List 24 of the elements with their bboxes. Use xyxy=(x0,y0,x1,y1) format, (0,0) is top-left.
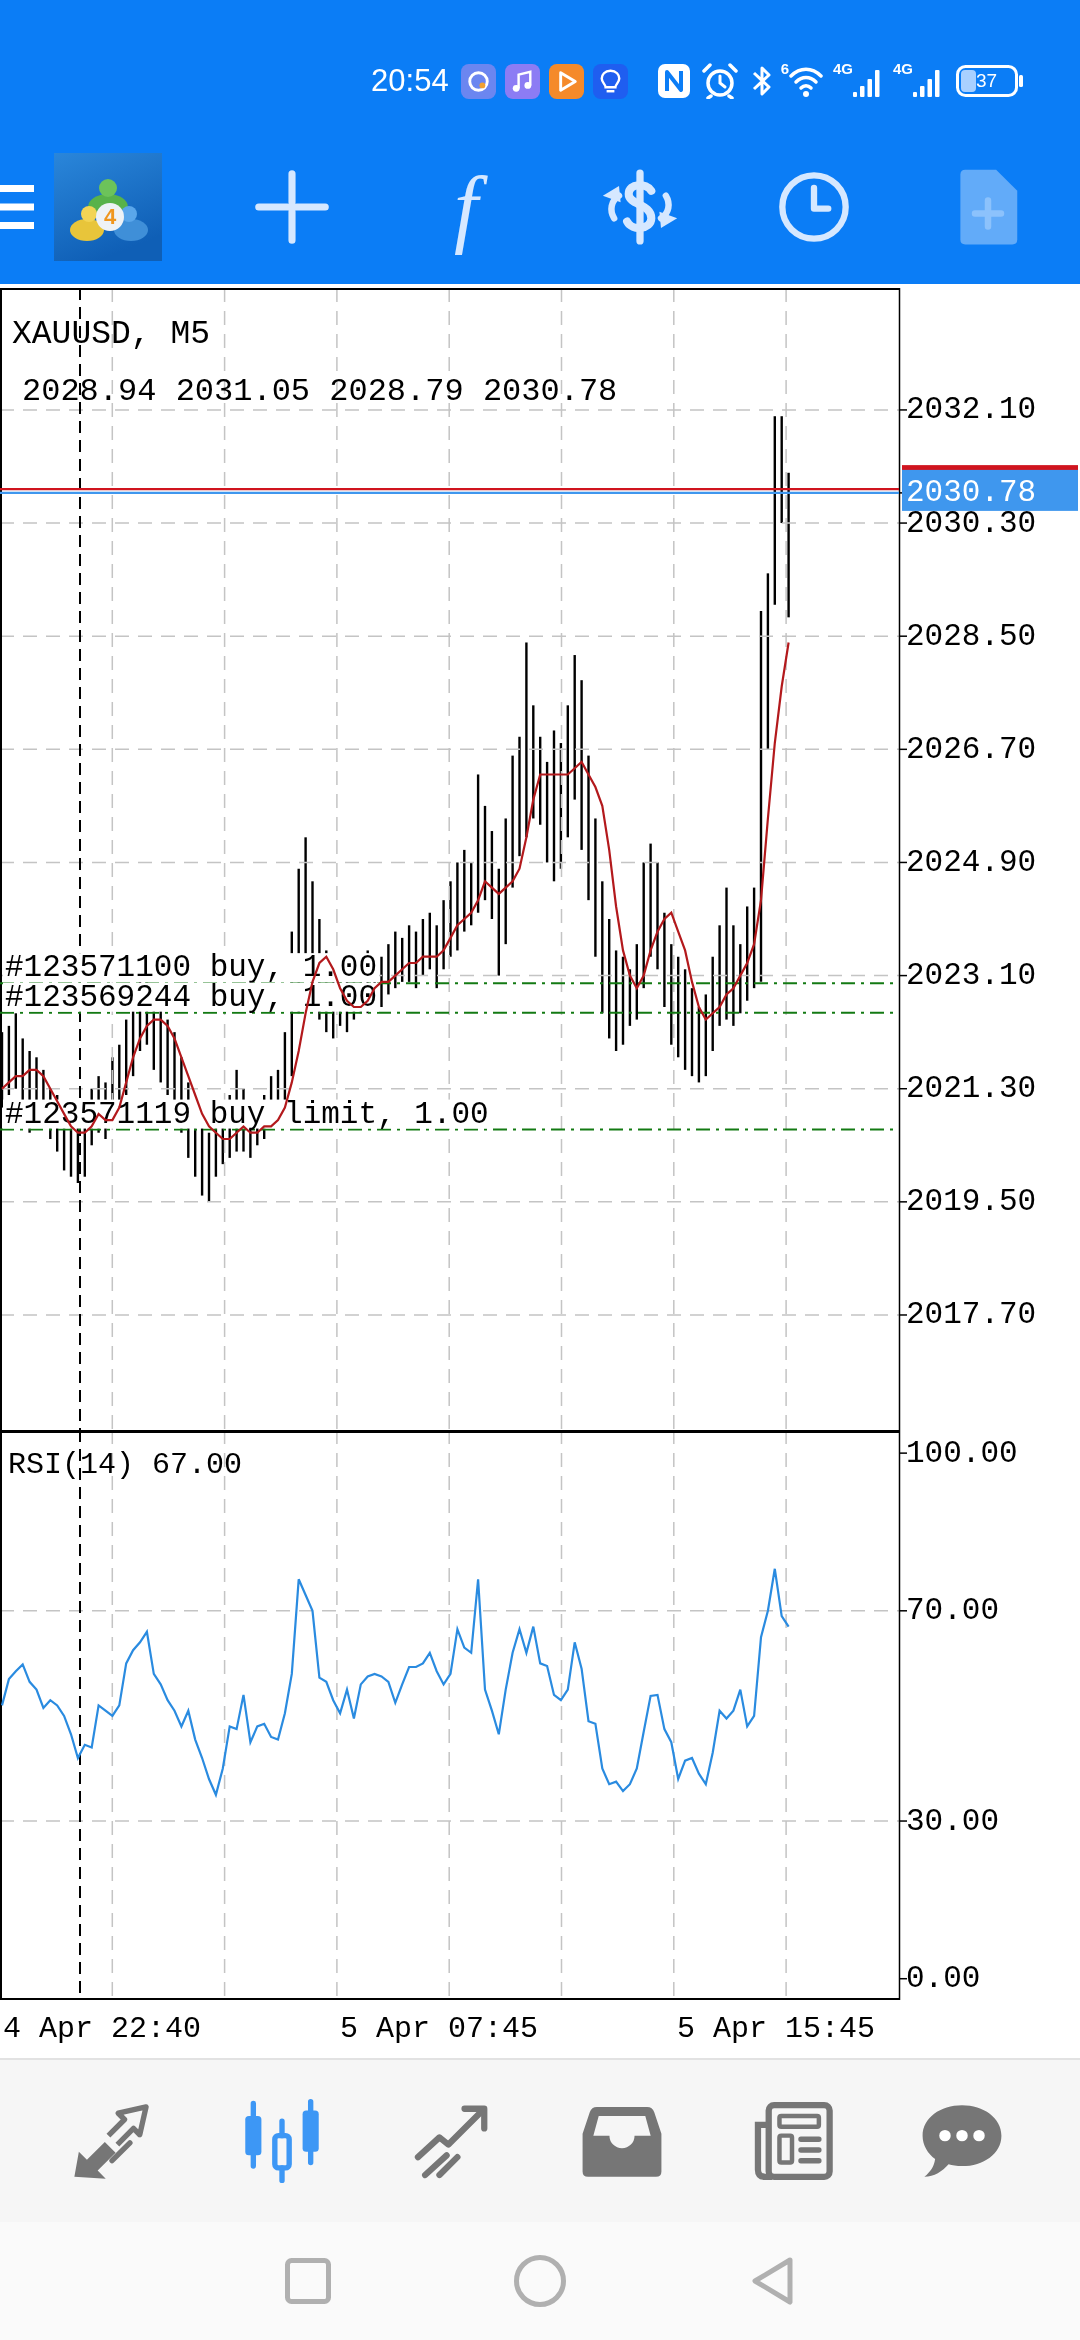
price-axis-label: 2023.10 xyxy=(906,958,1037,994)
chart-symbol-title: XAUUSD, M5 xyxy=(12,315,211,353)
price-axis-label: 2026.70 xyxy=(906,731,1037,767)
rsi-axis-label: 100.00 xyxy=(906,1435,1018,1471)
time-axis-label: 4 Apr 22:40 xyxy=(3,2012,202,2046)
time-axis-label: 5 Apr 07:45 xyxy=(340,2012,539,2046)
ohlc-values: 2028.94 2031.05 2028.79 2030.78 xyxy=(22,372,618,410)
price-axis-label: 2024.90 xyxy=(906,844,1037,880)
price-axis-label: 2028.50 xyxy=(906,618,1037,654)
status-time: 20:54 xyxy=(371,63,449,99)
price-axis-label: 2021.30 xyxy=(906,1071,1037,1107)
network-type-label: 4G xyxy=(893,61,913,76)
rsi-axis-label: 30.00 xyxy=(906,1803,999,1839)
price-axis-label: 2019.50 xyxy=(906,1184,1037,1220)
time-axis-label: 5 Apr 15:45 xyxy=(677,2012,876,2046)
rsi-axis-label: 70.00 xyxy=(906,1593,999,1629)
network-type-label: 4G xyxy=(832,61,853,76)
price-axis-label: 2017.70 xyxy=(906,1297,1037,1333)
rsi-axis-label: 0.00 xyxy=(906,1961,981,1997)
rsi-title: RSI(14) 67.00 xyxy=(8,1448,243,1482)
battery-percent: 37 xyxy=(976,71,998,91)
wifi-standard-label: 6 xyxy=(780,61,789,76)
bid-price-label: 2030.78 xyxy=(902,469,1078,511)
price-axis-label: 2032.10 xyxy=(906,392,1037,428)
